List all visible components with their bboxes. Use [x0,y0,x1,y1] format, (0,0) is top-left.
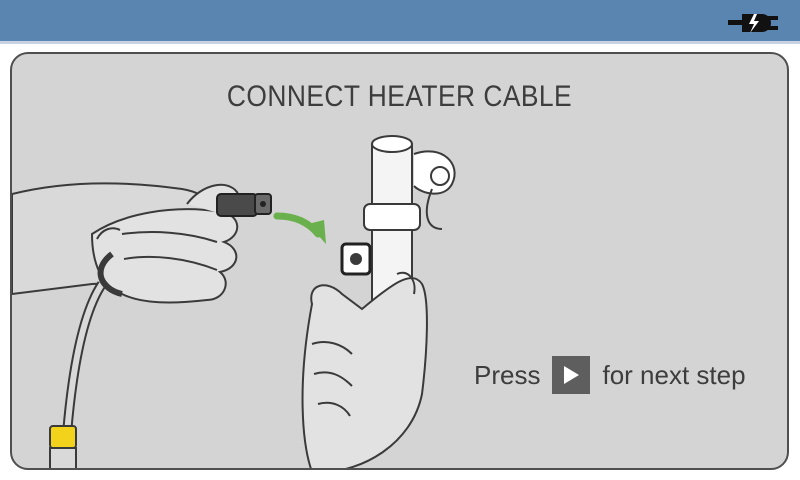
header-bar [0,0,800,44]
heater-cable-illustration [12,135,456,468]
instruction-panel: CONNECT HEATER CABLE Press for next step [10,52,789,470]
instruction-prefix: Press [474,359,541,390]
play-icon [564,366,580,384]
power-plug-icon [728,14,778,33]
next-step-button[interactable] [552,356,591,394]
instruction-suffix: for next step [602,359,746,390]
next-step-instruction: Press for next step [474,356,746,394]
